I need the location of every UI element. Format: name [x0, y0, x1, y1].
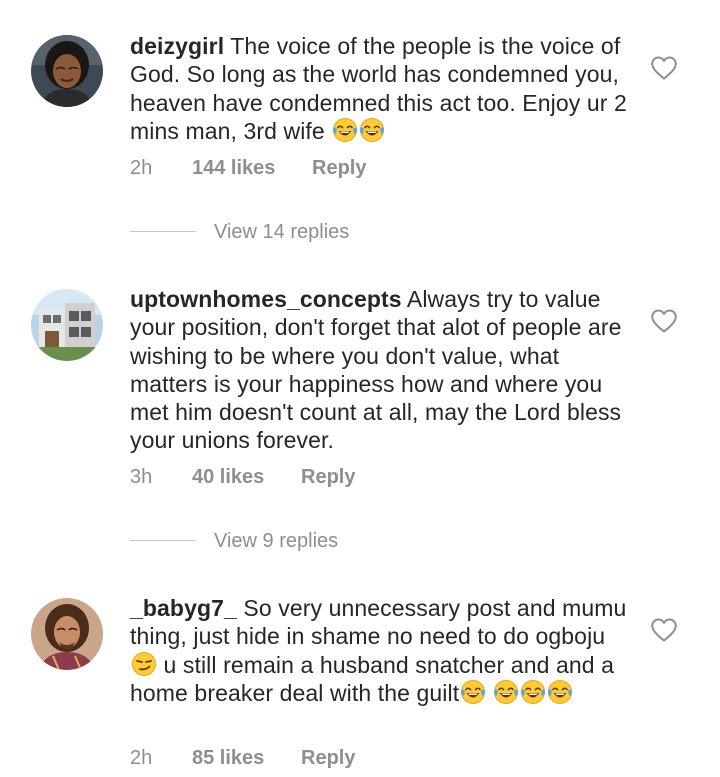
comment-username[interactable]: deizygirl: [130, 33, 224, 59]
view-replies-button[interactable]: View 14 replies: [130, 220, 450, 244]
view-replies-label: View 9 replies: [214, 530, 339, 552]
heart-outline-icon[interactable]: [650, 308, 678, 334]
divider-line: [130, 540, 196, 541]
joy-emoji: [520, 679, 546, 705]
reply-button[interactable]: Reply: [301, 465, 355, 489]
joy-emoji: [493, 679, 519, 705]
comment-likes[interactable]: 144 likes: [192, 156, 275, 180]
comment-username[interactable]: _babyg7_: [130, 595, 237, 621]
avatar-building-icon[interactable]: [31, 289, 103, 361]
joy-emoji: [332, 117, 358, 143]
comment-likes[interactable]: 40 likes: [192, 465, 264, 489]
heart-outline-icon[interactable]: [650, 617, 678, 643]
avatar-woman-icon[interactable]: [31, 35, 103, 107]
comment-body: uptownhomes_concepts Always try to value…: [130, 285, 630, 455]
joy-emoji: [460, 679, 486, 705]
view-replies-label: View 14 replies: [214, 221, 350, 243]
comment-likes[interactable]: 85 likes: [192, 746, 264, 770]
reply-button[interactable]: Reply: [312, 156, 366, 180]
joy-emoji: [547, 679, 573, 705]
comment-time: 3h: [130, 466, 153, 488]
avatar-man-icon[interactable]: [31, 598, 103, 670]
comment-time: 2h: [130, 157, 153, 179]
view-replies-button[interactable]: View 9 replies: [130, 529, 450, 553]
reply-button[interactable]: Reply: [301, 746, 355, 770]
comment-time: 2h: [130, 747, 153, 769]
comment-username[interactable]: uptownhomes_concepts: [130, 286, 402, 312]
joy-emoji: [359, 117, 385, 143]
divider-line: [130, 231, 196, 232]
comment-body: _babyg7_ So very unnecessary post and mu…: [130, 594, 630, 707]
comment-body: deizygirl The voice of the people is the…: [130, 32, 630, 145]
smirk-emoji: [131, 651, 157, 677]
heart-outline-icon[interactable]: [650, 55, 678, 81]
